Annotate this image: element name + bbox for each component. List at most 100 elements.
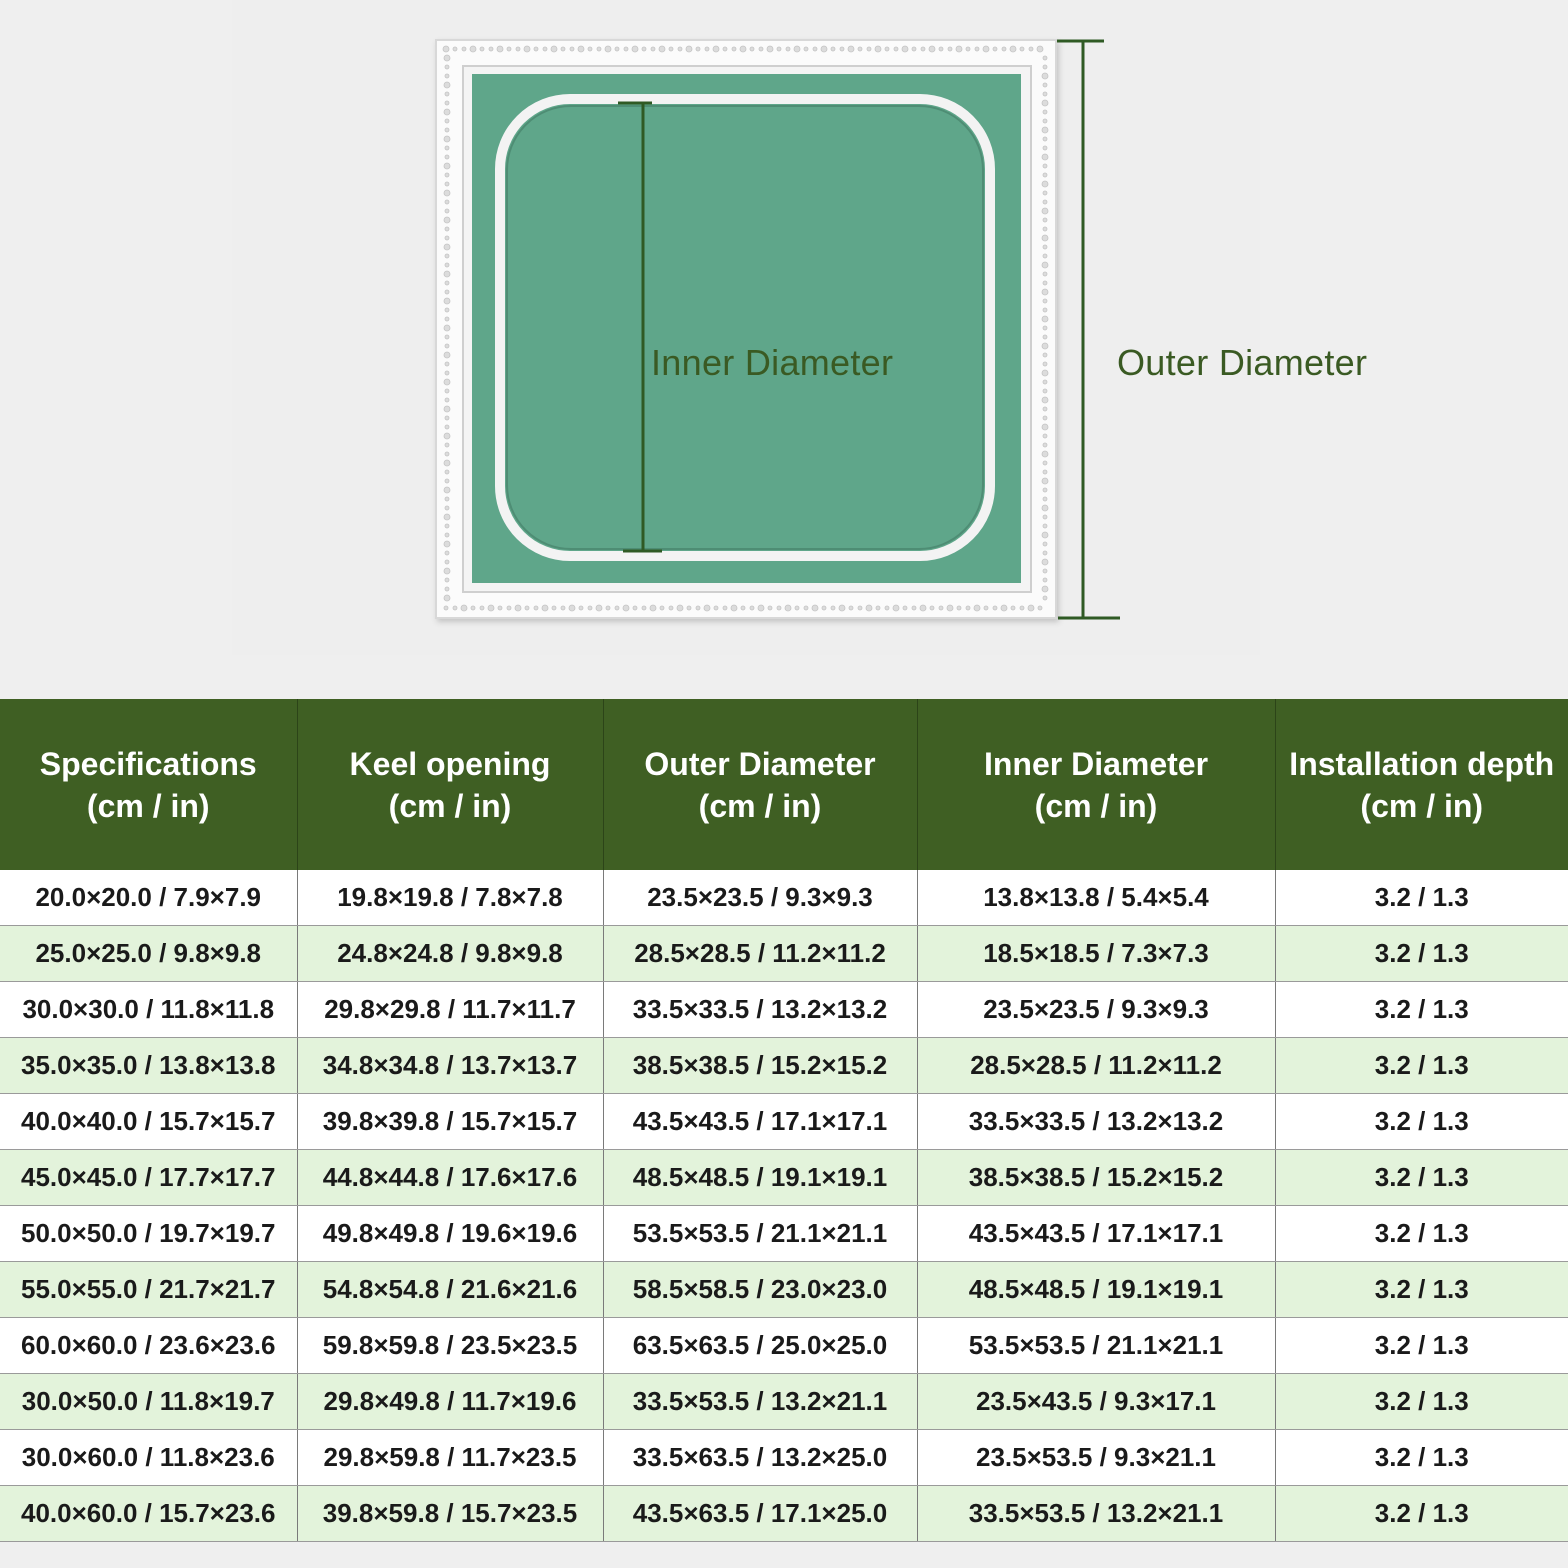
perforation-dot — [730, 604, 738, 612]
table-cell: 3.2 / 1.3 — [1275, 1205, 1568, 1262]
perforation-dot — [444, 496, 450, 502]
perforation-dot — [443, 567, 451, 575]
perforation-dot — [596, 46, 602, 52]
perforation-dot — [444, 469, 450, 475]
perforation-dot — [1042, 280, 1048, 286]
perforation-dot — [866, 46, 872, 52]
perforation-dot — [677, 46, 683, 52]
table-cell: 45.0×45.0 / 17.7×17.7 — [0, 1149, 298, 1206]
table-cell: 39.8×59.8 / 15.7×23.5 — [297, 1485, 604, 1542]
table-cell: 40.0×40.0 / 15.7×15.7 — [0, 1093, 298, 1150]
perforation-dot — [992, 46, 998, 52]
perforation-dot — [659, 605, 665, 611]
perforation-dot — [631, 45, 639, 53]
perforation-dot — [443, 216, 451, 224]
table-cell: 35.0×35.0 / 13.8×13.8 — [0, 1037, 298, 1094]
table-row: 40.0×60.0 / 15.7×23.6 39.8×59.8 / 15.7×23… — [0, 1485, 1568, 1542]
perforation-dot — [920, 46, 926, 52]
perforation-dot — [444, 532, 450, 538]
perforation-dot — [1042, 388, 1048, 394]
perforation-dot — [587, 46, 593, 52]
perforation-dot — [685, 45, 693, 53]
perforation-dot — [1042, 253, 1048, 259]
table-row: 30.0×50.0 / 11.8×19.7 29.8×49.8 / 11.7×19… — [0, 1373, 1568, 1430]
perforation-dot — [776, 46, 782, 52]
table-cell: 3.2 / 1.3 — [1275, 870, 1568, 926]
perforation-dot — [443, 513, 451, 521]
perforation-dot — [766, 45, 774, 53]
perforation-dot — [444, 388, 450, 394]
perforation-dot — [1042, 199, 1048, 205]
perforation-dot — [604, 45, 612, 53]
perforation-dot — [1042, 496, 1048, 502]
perforation-dot — [497, 605, 503, 611]
perforation-dot — [1042, 541, 1048, 547]
header-keel-opening: Keel opening (cm / in) — [297, 699, 604, 870]
perforation-dot — [1041, 72, 1049, 80]
perforation-dot — [865, 604, 873, 612]
perforation-dot — [444, 73, 450, 79]
perforation-dot — [444, 235, 450, 241]
perforation-dot — [444, 280, 450, 286]
perforation-dot — [488, 46, 494, 52]
perforation-dot — [452, 605, 458, 611]
perforation-dot — [623, 46, 629, 52]
perforation-dot — [443, 594, 451, 602]
perforation-dot — [847, 45, 855, 53]
perforation-dot — [622, 604, 630, 612]
perforation-dot — [487, 604, 495, 612]
perforation-dot — [1001, 46, 1007, 52]
perforation-dot — [749, 46, 755, 52]
table-cell: 3.2 / 1.3 — [1275, 981, 1568, 1038]
perforation-dot — [443, 486, 451, 494]
perforation-dot — [444, 361, 450, 367]
perforation-dot — [1041, 396, 1049, 404]
table-body: 20.0×20.0 / 7.9×7.9 19.8×19.8 / 7.8×7.8 23… — [0, 870, 1568, 1542]
perforation-dot — [892, 604, 900, 612]
perforation-dot — [1041, 369, 1049, 377]
table-row: 55.0×55.0 / 21.7×21.7 54.8×54.8 / 21.6×21… — [0, 1261, 1568, 1318]
perforation-dot — [1042, 163, 1048, 169]
perforation-dot — [668, 605, 674, 611]
perforation-dot — [443, 540, 451, 548]
perforation-dot — [1042, 487, 1048, 493]
inner-diameter-label: Inner Diameter — [651, 342, 894, 383]
perforation-dot — [758, 46, 764, 52]
table-cell: 20.0×20.0 / 7.9×7.9 — [0, 870, 298, 926]
perforation-dot — [811, 604, 819, 612]
table-header-row: Specifications (cm / in) Keel opening (cm … — [0, 699, 1568, 870]
table-cell: 29.8×49.8 / 11.7×19.6 — [297, 1373, 604, 1430]
perforation-dot — [1042, 523, 1048, 529]
table-cell: 3.2 / 1.3 — [1275, 1149, 1568, 1206]
table-cell: 60.0×60.0 / 23.6×23.6 — [0, 1317, 298, 1374]
perforation-dot — [1036, 45, 1044, 53]
perforation-dot — [820, 45, 828, 53]
perforation-dot — [524, 605, 530, 611]
perforation-dot — [461, 46, 467, 52]
perforation-dot — [704, 46, 710, 52]
perforation-dot — [1041, 99, 1049, 107]
perforation-dot — [444, 478, 450, 484]
perforation-dot — [444, 181, 450, 187]
perforation-dot — [1041, 477, 1049, 485]
perforation-dot — [1042, 190, 1048, 196]
table-row: 40.0×40.0 / 15.7×15.7 39.8×39.8 / 15.7×15… — [0, 1093, 1568, 1150]
table-cell: 43.5×43.5 / 17.1×17.1 — [917, 1205, 1276, 1262]
perforation-dot — [982, 45, 990, 53]
table-row: 35.0×35.0 / 13.8×13.8 34.8×34.8 / 13.7×13… — [0, 1037, 1568, 1094]
perforation-dot — [541, 604, 549, 612]
perforation-dot — [614, 605, 620, 611]
perforation-dot — [569, 46, 575, 52]
perforation-dot — [1042, 469, 1048, 475]
table-cell: 13.8×13.8 / 5.4×5.4 — [917, 870, 1276, 926]
perforation-dot — [1042, 118, 1048, 124]
header-specifications: Specifications (cm / in) — [0, 699, 298, 870]
perforation-dot — [560, 605, 566, 611]
perforation-dot — [444, 415, 450, 421]
perforation-dot — [444, 127, 450, 133]
perforation-dot — [568, 604, 576, 612]
table-cell: 29.8×29.8 / 11.7×11.7 — [297, 981, 604, 1038]
perforation-dot — [1042, 136, 1048, 142]
perforation-dot — [444, 262, 450, 268]
table-cell: 48.5×48.5 / 19.1×19.1 — [917, 1261, 1276, 1318]
